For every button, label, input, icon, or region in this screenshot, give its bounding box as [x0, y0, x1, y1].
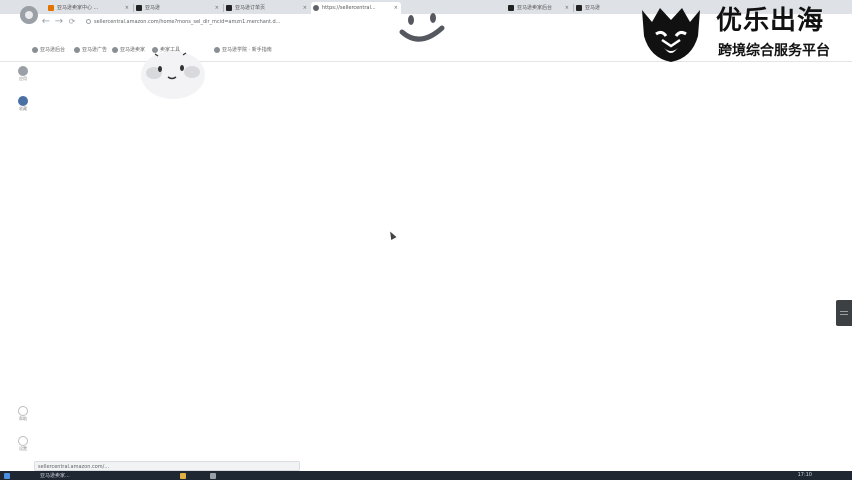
tab-title: 亚马逊: [145, 5, 161, 11]
bookmark-favicon-icon: [32, 46, 38, 53]
back-icon[interactable]: ←: [40, 16, 52, 28]
smile-face-sticker: [399, 13, 445, 42]
tab-favicon-icon: [576, 5, 582, 11]
bookmark-label: 亚马逊学院 · 新手指南: [222, 47, 272, 53]
tab-title: 亚马逊订单页: [235, 5, 266, 11]
side-panel-handle[interactable]: [836, 300, 852, 326]
bookmark-favicon-icon: [112, 46, 118, 53]
browser-tab[interactable]: 亚马逊卖家后台 ×: [506, 2, 572, 14]
tab-favicon-icon: [136, 5, 142, 11]
bookmark-item[interactable]: 亚马逊后台: [32, 43, 65, 57]
tab-title: https://sellercentral...: [322, 5, 376, 11]
tab-title: 亚马逊卖家中心 ...: [57, 5, 99, 11]
bookmark-icon: [18, 96, 28, 106]
browser-tab[interactable]: 亚马逊订单页 ×: [224, 2, 310, 14]
taskbar-item[interactable]: 亚马逊卖家...: [40, 473, 70, 479]
rail-label: 设置: [19, 446, 27, 451]
bookmark-label: 亚马逊广告: [82, 47, 108, 53]
bookmark-favicon-icon: [74, 46, 80, 53]
start-icon[interactable]: [4, 473, 10, 479]
settings-icon: [18, 436, 28, 446]
mouse-cursor-icon: [387, 230, 397, 240]
folder-icon[interactable]: [180, 473, 186, 479]
tab-favicon-icon: [226, 5, 232, 11]
cloud-face-sticker: [141, 51, 205, 99]
tab-favicon-icon: [313, 5, 319, 11]
address-text: sellercentral.amazon.com/home?mons_sel_d…: [94, 19, 281, 25]
browser-tab[interactable]: 亚马逊卖家中心 ... ×: [46, 2, 132, 14]
rail-label: 收藏: [19, 106, 27, 111]
help-icon: [18, 406, 28, 416]
tab-close-icon[interactable]: ×: [565, 2, 569, 14]
bookmark-label: 亚马逊后台: [40, 47, 66, 53]
forward-icon[interactable]: →: [53, 16, 65, 28]
tab-title: 亚马逊: [585, 5, 601, 11]
tab-close-icon[interactable]: ×: [303, 2, 307, 14]
browser-tab[interactable]: 亚马逊 ×: [134, 2, 222, 14]
rail-label: 应用: [19, 76, 27, 81]
browser-tab[interactable]: 亚马逊: [574, 2, 630, 14]
rail-label: 帮助: [19, 416, 27, 421]
tab-title: 亚马逊卖家后台: [517, 5, 553, 11]
watermark-subtitle: 跨境综合服务平台: [718, 43, 830, 59]
bookmark-item[interactable]: 亚马逊广告: [74, 43, 107, 57]
rail-apps-button[interactable]: 应用: [16, 66, 30, 82]
site-info-icon[interactable]: [86, 19, 91, 24]
tab-close-icon[interactable]: ×: [215, 2, 219, 14]
rail-help-button[interactable]: 帮助: [16, 406, 30, 422]
rail-bookmark-button[interactable]: 收藏: [16, 96, 30, 112]
lion-logo-icon: [642, 8, 700, 62]
watermark: 优乐出海 跨境综合服务平台: [632, 4, 842, 64]
status-url-text: sellercentral.amazon.com/...: [38, 464, 110, 470]
address-bar[interactable]: sellercentral.amazon.com/home?mons_sel_d…: [86, 17, 336, 28]
browser-logo-icon[interactable]: [20, 6, 38, 24]
reload-icon[interactable]: ⟳: [66, 16, 78, 28]
taskbar-clock: 17:10: [797, 472, 812, 478]
rail-settings-button[interactable]: 设置: [16, 436, 30, 452]
bookmark-item[interactable]: 亚马逊学院 · 新手指南: [214, 43, 272, 57]
apps-icon: [18, 66, 28, 76]
bookmark-favicon-icon: [214, 46, 220, 53]
tab-favicon-icon: [508, 5, 514, 11]
watermark-title: 优乐出海: [716, 6, 825, 36]
os-taskbar: 亚马逊卖家... 17:10: [0, 471, 852, 480]
tab-favicon-icon: [48, 5, 54, 11]
browser-tab-active[interactable]: https://sellercentral... ×: [311, 2, 401, 14]
left-rail: 应用 收藏 帮助 设置: [10, 62, 36, 462]
tab-close-icon[interactable]: ×: [125, 2, 129, 14]
status-url-bubble: sellercentral.amazon.com/...: [34, 461, 300, 471]
browser-taskbar-icon[interactable]: [210, 473, 216, 479]
